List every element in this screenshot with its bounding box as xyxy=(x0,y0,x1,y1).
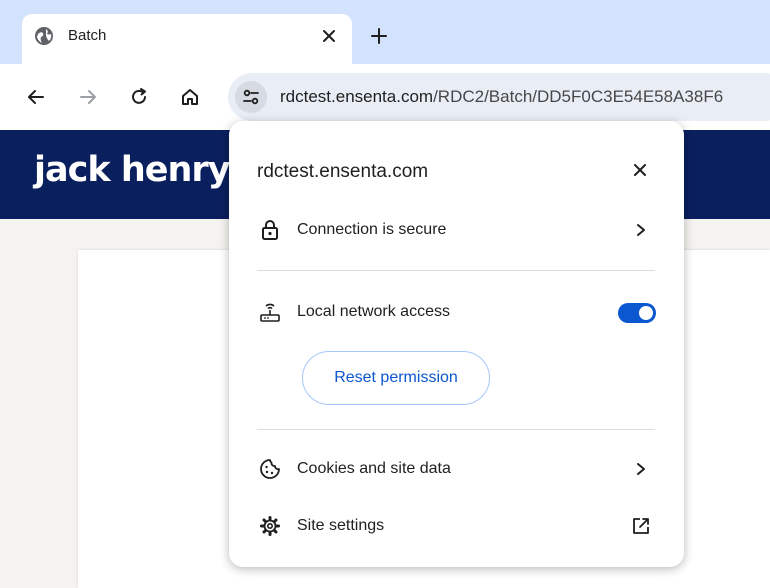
divider xyxy=(257,270,655,271)
local-network-row: Local network access xyxy=(229,292,684,332)
home-icon[interactable] xyxy=(177,84,203,110)
open-in-new-icon xyxy=(631,516,651,536)
reload-icon[interactable] xyxy=(126,84,152,110)
divider xyxy=(257,429,655,430)
tab-strip: Batch xyxy=(0,0,770,64)
chevron-right-icon xyxy=(631,459,651,479)
address-bar[interactable]: rdctest.ensenta.com/RDC2/Batch/DD5F0C3E5… xyxy=(228,73,770,121)
tab-batch[interactable]: Batch xyxy=(22,14,352,64)
cookie-icon xyxy=(259,458,281,480)
globe-icon xyxy=(34,26,54,46)
chevron-right-icon xyxy=(631,220,651,240)
close-icon[interactable] xyxy=(629,159,651,181)
url-text: rdctest.ensenta.com/RDC2/Batch/DD5F0C3E5… xyxy=(280,87,723,107)
connection-label: Connection is secure xyxy=(297,221,447,238)
forward-arrow-icon[interactable] xyxy=(75,84,101,110)
site-settings-row[interactable]: Site settings xyxy=(229,506,684,546)
cookies-row[interactable]: Cookies and site data xyxy=(229,449,684,489)
close-tab-icon[interactable] xyxy=(318,25,340,47)
tab-title: Batch xyxy=(68,27,107,44)
url-path: /RDC2/Batch/DD5F0C3E54E58A38F6 xyxy=(433,87,724,106)
site-settings-label: Site settings xyxy=(297,517,385,534)
lock-icon xyxy=(259,219,281,241)
new-tab-icon[interactable] xyxy=(367,24,391,48)
toggle-knob xyxy=(639,306,653,320)
connection-row[interactable]: Connection is secure xyxy=(229,210,684,250)
site-info-tune-icon[interactable] xyxy=(235,81,267,113)
cookies-label: Cookies and site data xyxy=(297,460,451,477)
local-network-label: Local network access xyxy=(297,303,450,320)
url-host: rdctest.ensenta.com xyxy=(280,87,434,106)
gear-icon xyxy=(259,515,281,537)
back-arrow-icon[interactable] xyxy=(23,84,49,110)
local-network-toggle[interactable] xyxy=(618,303,656,323)
jack-henry-logo: jack henry xyxy=(34,150,230,190)
reset-permission-button[interactable]: Reset permission xyxy=(302,351,490,405)
router-icon xyxy=(259,301,281,323)
popup-title: rdctest.ensenta.com xyxy=(257,161,429,182)
site-info-popup: rdctest.ensenta.com Connection is secure xyxy=(229,121,684,567)
